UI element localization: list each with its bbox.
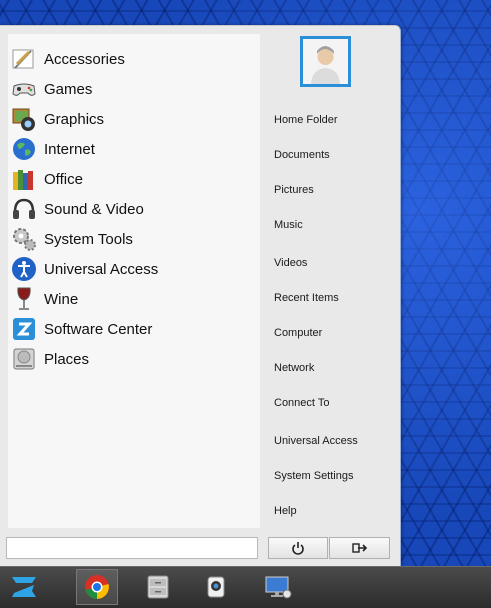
menu-item-accessories[interactable]: Accessories [8,44,260,74]
accessories-icon [10,45,38,73]
power-icon [292,542,304,555]
menu-item-sound-video[interactable]: Sound & Video [8,194,260,224]
place-videos[interactable]: Videos [274,257,307,269]
place-computer[interactable]: Computer [274,327,322,339]
place-home-folder[interactable]: Home Folder [274,114,338,126]
place-pictures[interactable]: Pictures [274,184,314,196]
webcam-icon [207,576,225,598]
app-categories-panel: Accessories Games Graphics Internet Offi… [8,34,260,528]
menu-item-label: Universal Access [44,260,159,278]
menu-item-places[interactable]: Places [8,344,260,374]
software-center-icon [10,315,38,343]
place-documents[interactable]: Documents [274,149,330,161]
user-avatar-icon [303,39,348,84]
monitor-icon [265,576,292,599]
wine-icon [10,285,38,313]
chrome-icon [85,575,109,599]
place-music[interactable]: Music [274,219,303,231]
menu-item-system-tools[interactable]: System Tools [8,224,260,254]
menu-item-label: Wine [44,290,79,308]
graphics-icon [10,105,38,133]
taskbar-webcam-button[interactable] [196,569,236,605]
zorin-logo-icon [12,577,36,597]
menu-item-label: Games [44,80,93,98]
logout-icon [351,543,367,553]
menu-item-label: System Tools [44,230,133,248]
menu-item-universal-access[interactable]: Universal Access [8,254,260,284]
place-system-settings[interactable]: System Settings [274,470,353,482]
menu-item-label: Sound & Video [44,200,144,218]
shutdown-button[interactable] [268,537,328,559]
menu-item-label: Internet [44,140,95,158]
menu-item-label: Places [44,350,90,368]
taskbar [0,566,491,608]
games-icon [10,75,38,103]
place-recent-items[interactable]: Recent Items [274,292,339,304]
menu-item-graphics[interactable]: Graphics [8,104,260,134]
system-tools-icon [10,225,38,253]
taskbar-files-button[interactable] [138,569,178,605]
place-network[interactable]: Network [274,362,314,374]
search-input[interactable] [6,537,258,559]
menu-item-office[interactable]: Office [8,164,260,194]
menu-item-label: Accessories [44,50,125,68]
menu-item-label: Graphics [44,110,105,128]
user-avatar[interactable] [300,36,351,87]
place-help[interactable]: Help [274,505,297,517]
taskbar-display-button[interactable] [258,569,298,605]
sound-video-icon [10,195,38,223]
start-menu: Accessories Games Graphics Internet Offi… [0,25,401,567]
menu-item-internet[interactable]: Internet [8,134,260,164]
place-connect-to[interactable]: Connect To [274,397,329,409]
menu-item-wine[interactable]: Wine [8,284,260,314]
places-icon [10,345,38,373]
menu-item-label: Software Center [44,320,153,338]
menu-item-label: Office [44,170,83,188]
file-cabinet-icon [147,575,169,599]
universal-access-icon [10,255,38,283]
place-universal-access[interactable]: Universal Access [274,435,358,447]
office-icon [10,165,38,193]
taskbar-chrome-button[interactable] [76,569,118,605]
menu-item-software-center[interactable]: Software Center [8,314,260,344]
start-menu-button[interactable] [2,569,46,605]
menu-item-games[interactable]: Games [8,74,260,104]
internet-icon [10,135,38,163]
logout-button[interactable] [329,537,390,559]
